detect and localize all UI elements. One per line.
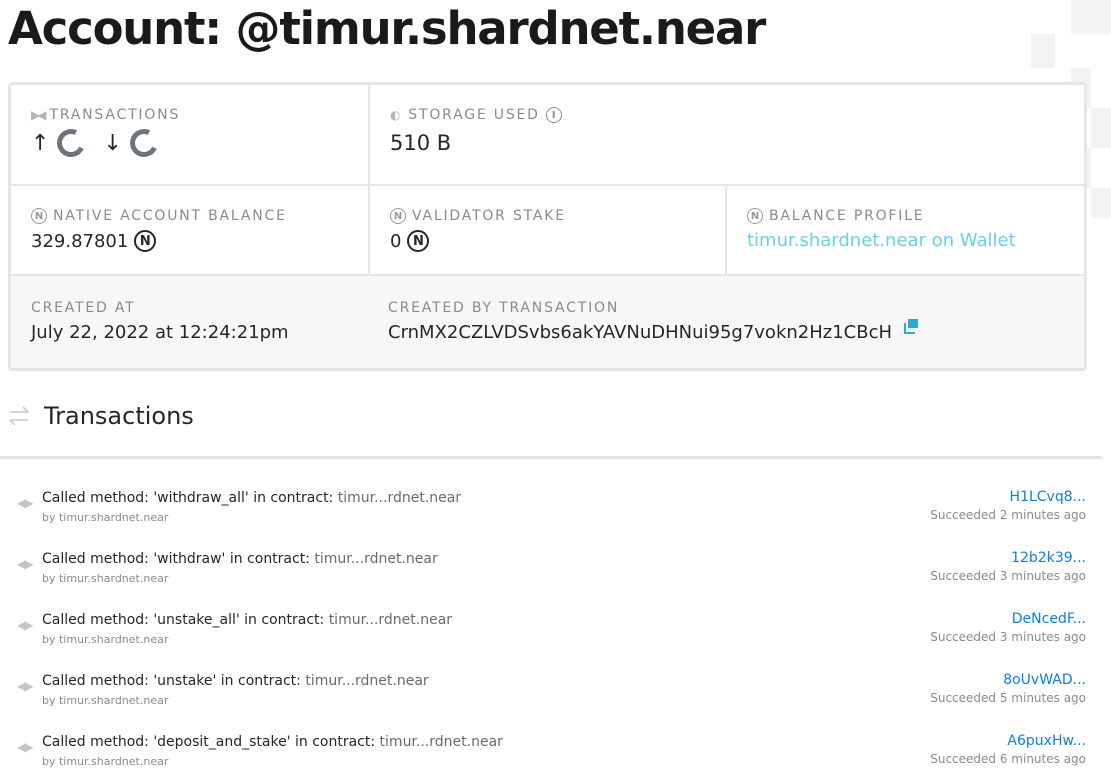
wallet-profile-link[interactable]: timur.shardnet.near on Wallet (747, 230, 1074, 251)
transaction-row[interactable]: ◀▶ Called method: 'unstake_all' in contr… (0, 608, 1090, 658)
code-icon: ◀▶ (17, 618, 34, 632)
balance-label: NATIVE ACCOUNT BALANCE (53, 208, 287, 224)
page-title: Account: @timur.shardnet.near (8, 2, 766, 55)
contract-link[interactable]: timur...rdnet.near (329, 612, 452, 628)
transaction-signer: by timur.shardnet.near (42, 633, 169, 646)
code-icon: ◀▶ (17, 679, 34, 693)
transaction-hash-link[interactable]: DeNcedF... (1012, 611, 1086, 627)
storage-value: 510 B (390, 131, 452, 155)
contract-link[interactable]: timur...rdnet.near (380, 734, 503, 750)
transaction-description: Called method: 'unstake' in contract: ti… (42, 673, 429, 689)
section-divider (0, 456, 1102, 459)
transactions-header: Transactions (6, 402, 194, 430)
transaction-description: Called method: 'withdraw_all' in contrac… (42, 490, 462, 506)
code-icon: ◀▶ (17, 740, 34, 754)
account-summary-card: ▶◀ TRANSACTIONS ↑ ↓ ◐ STORAGE USED i 510… (8, 82, 1087, 371)
near-token-icon: N (134, 230, 157, 252)
transaction-description: Called method: 'withdraw' in contract: t… (42, 551, 438, 567)
transaction-hash-link[interactable]: H1LCvq8... (1010, 489, 1086, 505)
transaction-hash-link[interactable]: 8oUvWAD... (1003, 672, 1086, 688)
transactions-label: TRANSACTIONS (49, 107, 181, 123)
transactions-cell: ▶◀ TRANSACTIONS ↑ ↓ (11, 85, 368, 184)
near-icon: N (31, 208, 47, 224)
code-icon: ◀▶ (17, 557, 34, 571)
transaction-description: Called method: 'unstake_all' in contract… (42, 612, 453, 628)
transaction-signer: by timur.shardnet.near (42, 694, 169, 707)
created-row: CREATED AT July 22, 2022 at 12:24:21pm C… (11, 276, 1084, 368)
transaction-signer: by timur.shardnet.near (42, 572, 169, 585)
transaction-status: Succeeded 3 minutes ago (930, 630, 1086, 644)
copy-icon[interactable] (904, 318, 920, 335)
near-token-icon: N (407, 230, 430, 252)
transaction-row[interactable]: ◀▶ Called method: 'withdraw_all' in cont… (0, 486, 1090, 536)
transaction-hash-link[interactable]: A6puxHw... (1007, 733, 1086, 749)
transaction-status: Succeeded 3 minutes ago (930, 569, 1086, 583)
stake-cell: N VALIDATOR STAKE 0 N (370, 186, 725, 274)
contract-link[interactable]: timur...rdnet.near (338, 490, 461, 506)
created-by-hash[interactable]: CrnMX2CZLVDSvbs6akYAVNuDHNui95g7vokn2Hz1… (388, 322, 892, 343)
transaction-row[interactable]: ◀▶ Called method: 'withdraw' in contract… (0, 547, 1090, 597)
transactions-icon: ▶◀ (31, 108, 47, 122)
transaction-row[interactable]: ◀▶ Called method: 'deposit_and_stake' in… (0, 730, 1090, 778)
transaction-status: Succeeded 6 minutes ago (930, 752, 1086, 766)
outgoing-arrow-icon: ↑ (31, 130, 50, 156)
stake-label: VALIDATOR STAKE (412, 208, 566, 224)
loading-spinner-outgoing (53, 125, 90, 161)
loading-spinner-incoming (125, 125, 162, 161)
code-icon: ◀▶ (17, 496, 34, 510)
near-icon: N (390, 208, 406, 224)
transaction-status: Succeeded 2 minutes ago (930, 508, 1086, 522)
info-icon[interactable]: i (545, 107, 562, 123)
profile-label: BALANCE PROFILE (769, 208, 925, 224)
transaction-signer: by timur.shardnet.near (42, 511, 169, 524)
balance-cell: N NATIVE ACCOUNT BALANCE 329.87801 N (11, 186, 368, 274)
contract-link[interactable]: timur...rdnet.near (305, 673, 428, 689)
near-icon: N (747, 208, 763, 224)
transactions-title: Transactions (44, 402, 194, 430)
transaction-signer: by timur.shardnet.near (42, 755, 169, 768)
storage-icon: ◐ (390, 108, 403, 122)
created-by-label: CREATED BY TRANSACTION (388, 300, 620, 316)
swap-arrows-icon (9, 406, 29, 426)
transaction-description: Called method: 'deposit_and_stake' in co… (42, 734, 503, 750)
transaction-status: Succeeded 5 minutes ago (930, 691, 1086, 705)
contract-link[interactable]: timur...rdnet.near (314, 551, 437, 567)
incoming-arrow-icon: ↓ (103, 130, 122, 156)
storage-cell: ◐ STORAGE USED i 510 B (370, 85, 1084, 184)
stake-value: 0 (390, 230, 402, 252)
balance-value: 329.87801 (31, 230, 129, 252)
transaction-hash-link[interactable]: 12b2k39... (1011, 550, 1086, 566)
storage-label: STORAGE USED (408, 107, 540, 123)
profile-cell: N BALANCE PROFILE timur.shardnet.near on… (727, 186, 1084, 274)
transaction-row[interactable]: ◀▶ Called method: 'unstake' in contract:… (0, 669, 1090, 719)
